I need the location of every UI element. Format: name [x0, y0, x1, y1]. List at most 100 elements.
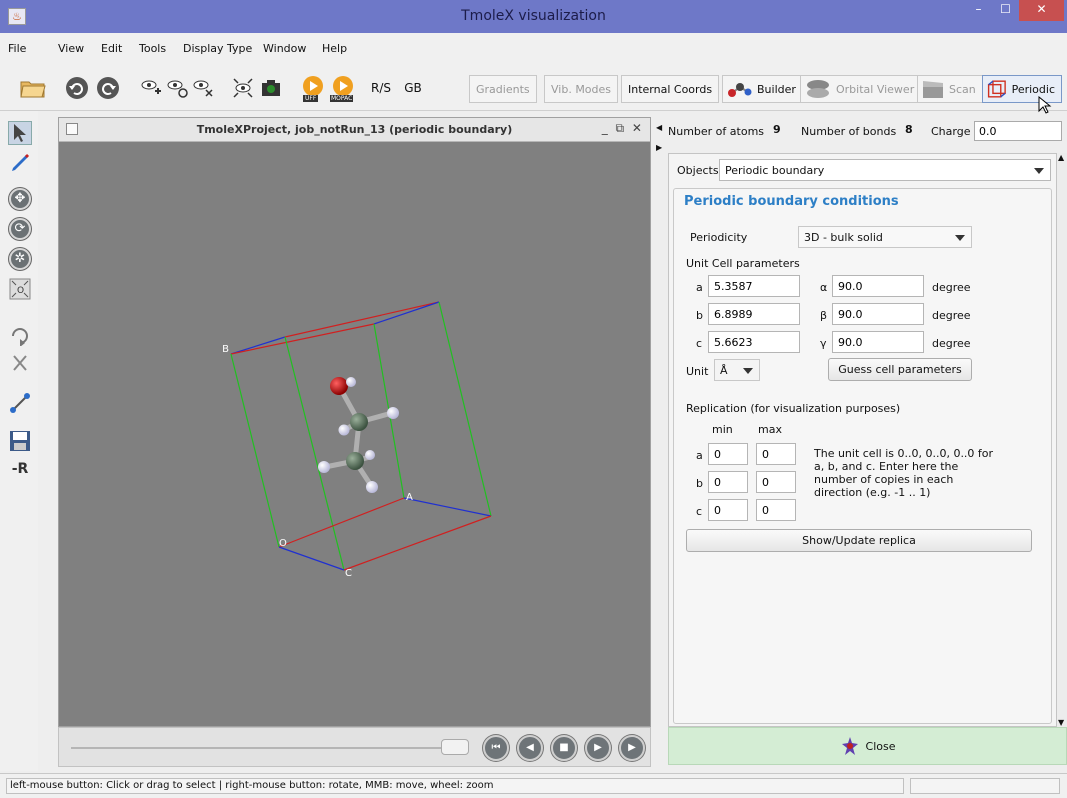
gb-button[interactable]: GB: [398, 75, 428, 101]
unit-label: Unit: [686, 365, 709, 378]
charge-input[interactable]: [974, 121, 1062, 141]
close-panel-button[interactable]: Close: [668, 727, 1067, 765]
objects-dropdown[interactable]: Periodic boundary: [719, 159, 1051, 181]
save-structure-tool[interactable]: [8, 429, 32, 453]
rep-a-label: a: [696, 449, 703, 462]
close-window-button[interactable]: ✕: [1019, 0, 1064, 21]
last-frame-button[interactable]: ▶: [619, 735, 645, 761]
menu-tools[interactable]: Tools: [139, 42, 166, 55]
rotate-fragment-tool[interactable]: [8, 323, 32, 347]
twist-tool[interactable]: [8, 351, 32, 375]
viewer-window-controls[interactable]: _ ⧉ ✕: [602, 121, 644, 136]
scroll-up-icon[interactable]: ▲: [1058, 153, 1064, 162]
move-tool[interactable]: ✥: [8, 187, 32, 211]
rotate-fragment-icon: [12, 328, 28, 346]
cell-b-input[interactable]: [708, 303, 800, 325]
previous-frame-button[interactable]: ◀: [517, 735, 543, 761]
periodic-boundary-group: Periodic boundary conditions Periodicity…: [673, 188, 1052, 724]
orbital-viewer-button[interactable]: Orbital Viewer: [800, 75, 922, 103]
vib-modes-button[interactable]: Vib. Modes: [544, 75, 619, 103]
window-title: TmoleX visualization: [461, 8, 606, 24]
atoms-label: Number of atoms: [668, 125, 765, 138]
max-label: max: [758, 423, 782, 436]
remove-r-tool[interactable]: -R: [8, 457, 32, 481]
builder-button[interactable]: Builder: [722, 75, 803, 103]
view-zoom-icon[interactable]: [192, 77, 214, 99]
fit-view-tool[interactable]: O: [8, 277, 32, 301]
zoom-in-icon: ✲: [9, 248, 31, 270]
scan-button[interactable]: Scan: [917, 75, 983, 103]
view-rotate-icon[interactable]: [166, 77, 188, 99]
select-tool[interactable]: [8, 121, 32, 145]
internal-coords-button[interactable]: Internal Coords: [621, 75, 720, 103]
unit-dropdown[interactable]: Å: [714, 359, 760, 381]
rep-c-min-input[interactable]: [708, 499, 748, 521]
rotate-tool[interactable]: ⟳: [8, 217, 32, 241]
draw-bond-tool[interactable]: [8, 151, 32, 175]
cell-edge: [278, 546, 345, 571]
menu-window[interactable]: Window: [263, 42, 306, 55]
rep-b-min-input[interactable]: [708, 471, 748, 493]
pbc-title: Periodic boundary conditions: [684, 194, 899, 209]
guess-cell-parameters-button[interactable]: Guess cell parameters: [828, 358, 972, 381]
builder-label: Builder: [757, 82, 796, 96]
camera-icon[interactable]: [260, 77, 282, 99]
menu-view[interactable]: View: [58, 42, 84, 55]
zoom-tool[interactable]: ✲: [8, 247, 32, 271]
cell-a-input[interactable]: [708, 275, 800, 297]
atom-hydrogen: [387, 407, 399, 419]
frame-slider-thumb[interactable]: [441, 739, 469, 755]
pencil-icon: [12, 153, 30, 171]
uff-play-icon: [303, 76, 323, 96]
c-label: c: [696, 337, 703, 350]
show-update-replica-button[interactable]: Show/Update replica: [686, 529, 1032, 552]
rotate-icon: ⟳: [9, 218, 31, 240]
cell-label-o: O: [279, 538, 287, 549]
next-frame-button[interactable]: ▶: [585, 735, 611, 761]
left-tool-strip: ✥ ⟳ ✲ O -R: [0, 111, 38, 771]
open-folder-icon[interactable]: [20, 77, 46, 99]
uff-label: UFF: [303, 95, 319, 102]
frame-slider-track[interactable]: [71, 747, 451, 749]
properties-scrollbar[interactable]: ▲ ▼: [1057, 153, 1067, 727]
molecule-viewer-window[interactable]: TmoleXProject, job_notRun_13 (periodic b…: [58, 117, 651, 727]
cell-label-c: C: [345, 568, 352, 579]
redo-icon[interactable]: [96, 76, 120, 100]
minimize-button[interactable]: –: [965, 0, 992, 21]
view-fit-icon[interactable]: [232, 77, 254, 99]
alpha-label: α: [820, 281, 828, 294]
periodicity-dropdown[interactable]: 3D - bulk solid: [798, 226, 972, 248]
cell-beta-input[interactable]: [832, 303, 924, 325]
playback-bar: ⏮ ◀ ■ ▶ ▶: [58, 727, 651, 767]
rep-a-max-input[interactable]: [756, 443, 796, 465]
atom-hydrogen: [365, 450, 375, 460]
3d-scene[interactable]: B A O C: [59, 142, 650, 726]
gradients-button[interactable]: Gradients: [469, 75, 537, 103]
maximize-button[interactable]: ☐: [992, 0, 1019, 21]
menu-file[interactable]: File: [8, 42, 26, 55]
rep-b-max-input[interactable]: [756, 471, 796, 493]
first-frame-button[interactable]: ⏮: [483, 735, 509, 761]
rep-a-min-input[interactable]: [708, 443, 748, 465]
cell-edge: [373, 301, 440, 325]
mopac-optimize-button[interactable]: MOPAC: [330, 75, 360, 105]
uff-optimize-button[interactable]: UFF: [300, 75, 326, 105]
cell-c-input[interactable]: [708, 331, 800, 353]
menu-display-type[interactable]: Display Type: [183, 42, 252, 55]
undo-icon[interactable]: [65, 76, 89, 100]
rep-c-max-input[interactable]: [756, 499, 796, 521]
menu-help[interactable]: Help: [322, 42, 347, 55]
rs-button[interactable]: R/S: [366, 75, 396, 101]
bonds-count: 8: [905, 123, 913, 136]
stop-button[interactable]: ■: [551, 735, 577, 761]
scroll-down-icon[interactable]: ▼: [1058, 718, 1064, 727]
view-move-icon[interactable]: [140, 77, 162, 99]
cell-alpha-input[interactable]: [832, 275, 924, 297]
menu-bar: File View Edit Tools Display Type Window…: [0, 33, 1067, 63]
cell-edge: [284, 301, 440, 338]
viewer-title: TmoleXProject, job_notRun_13 (periodic b…: [196, 123, 513, 136]
cell-gamma-input[interactable]: [832, 331, 924, 353]
menu-edit[interactable]: Edit: [101, 42, 122, 55]
measure-tool[interactable]: [8, 391, 32, 415]
periodic-label: Periodic: [1011, 82, 1055, 96]
